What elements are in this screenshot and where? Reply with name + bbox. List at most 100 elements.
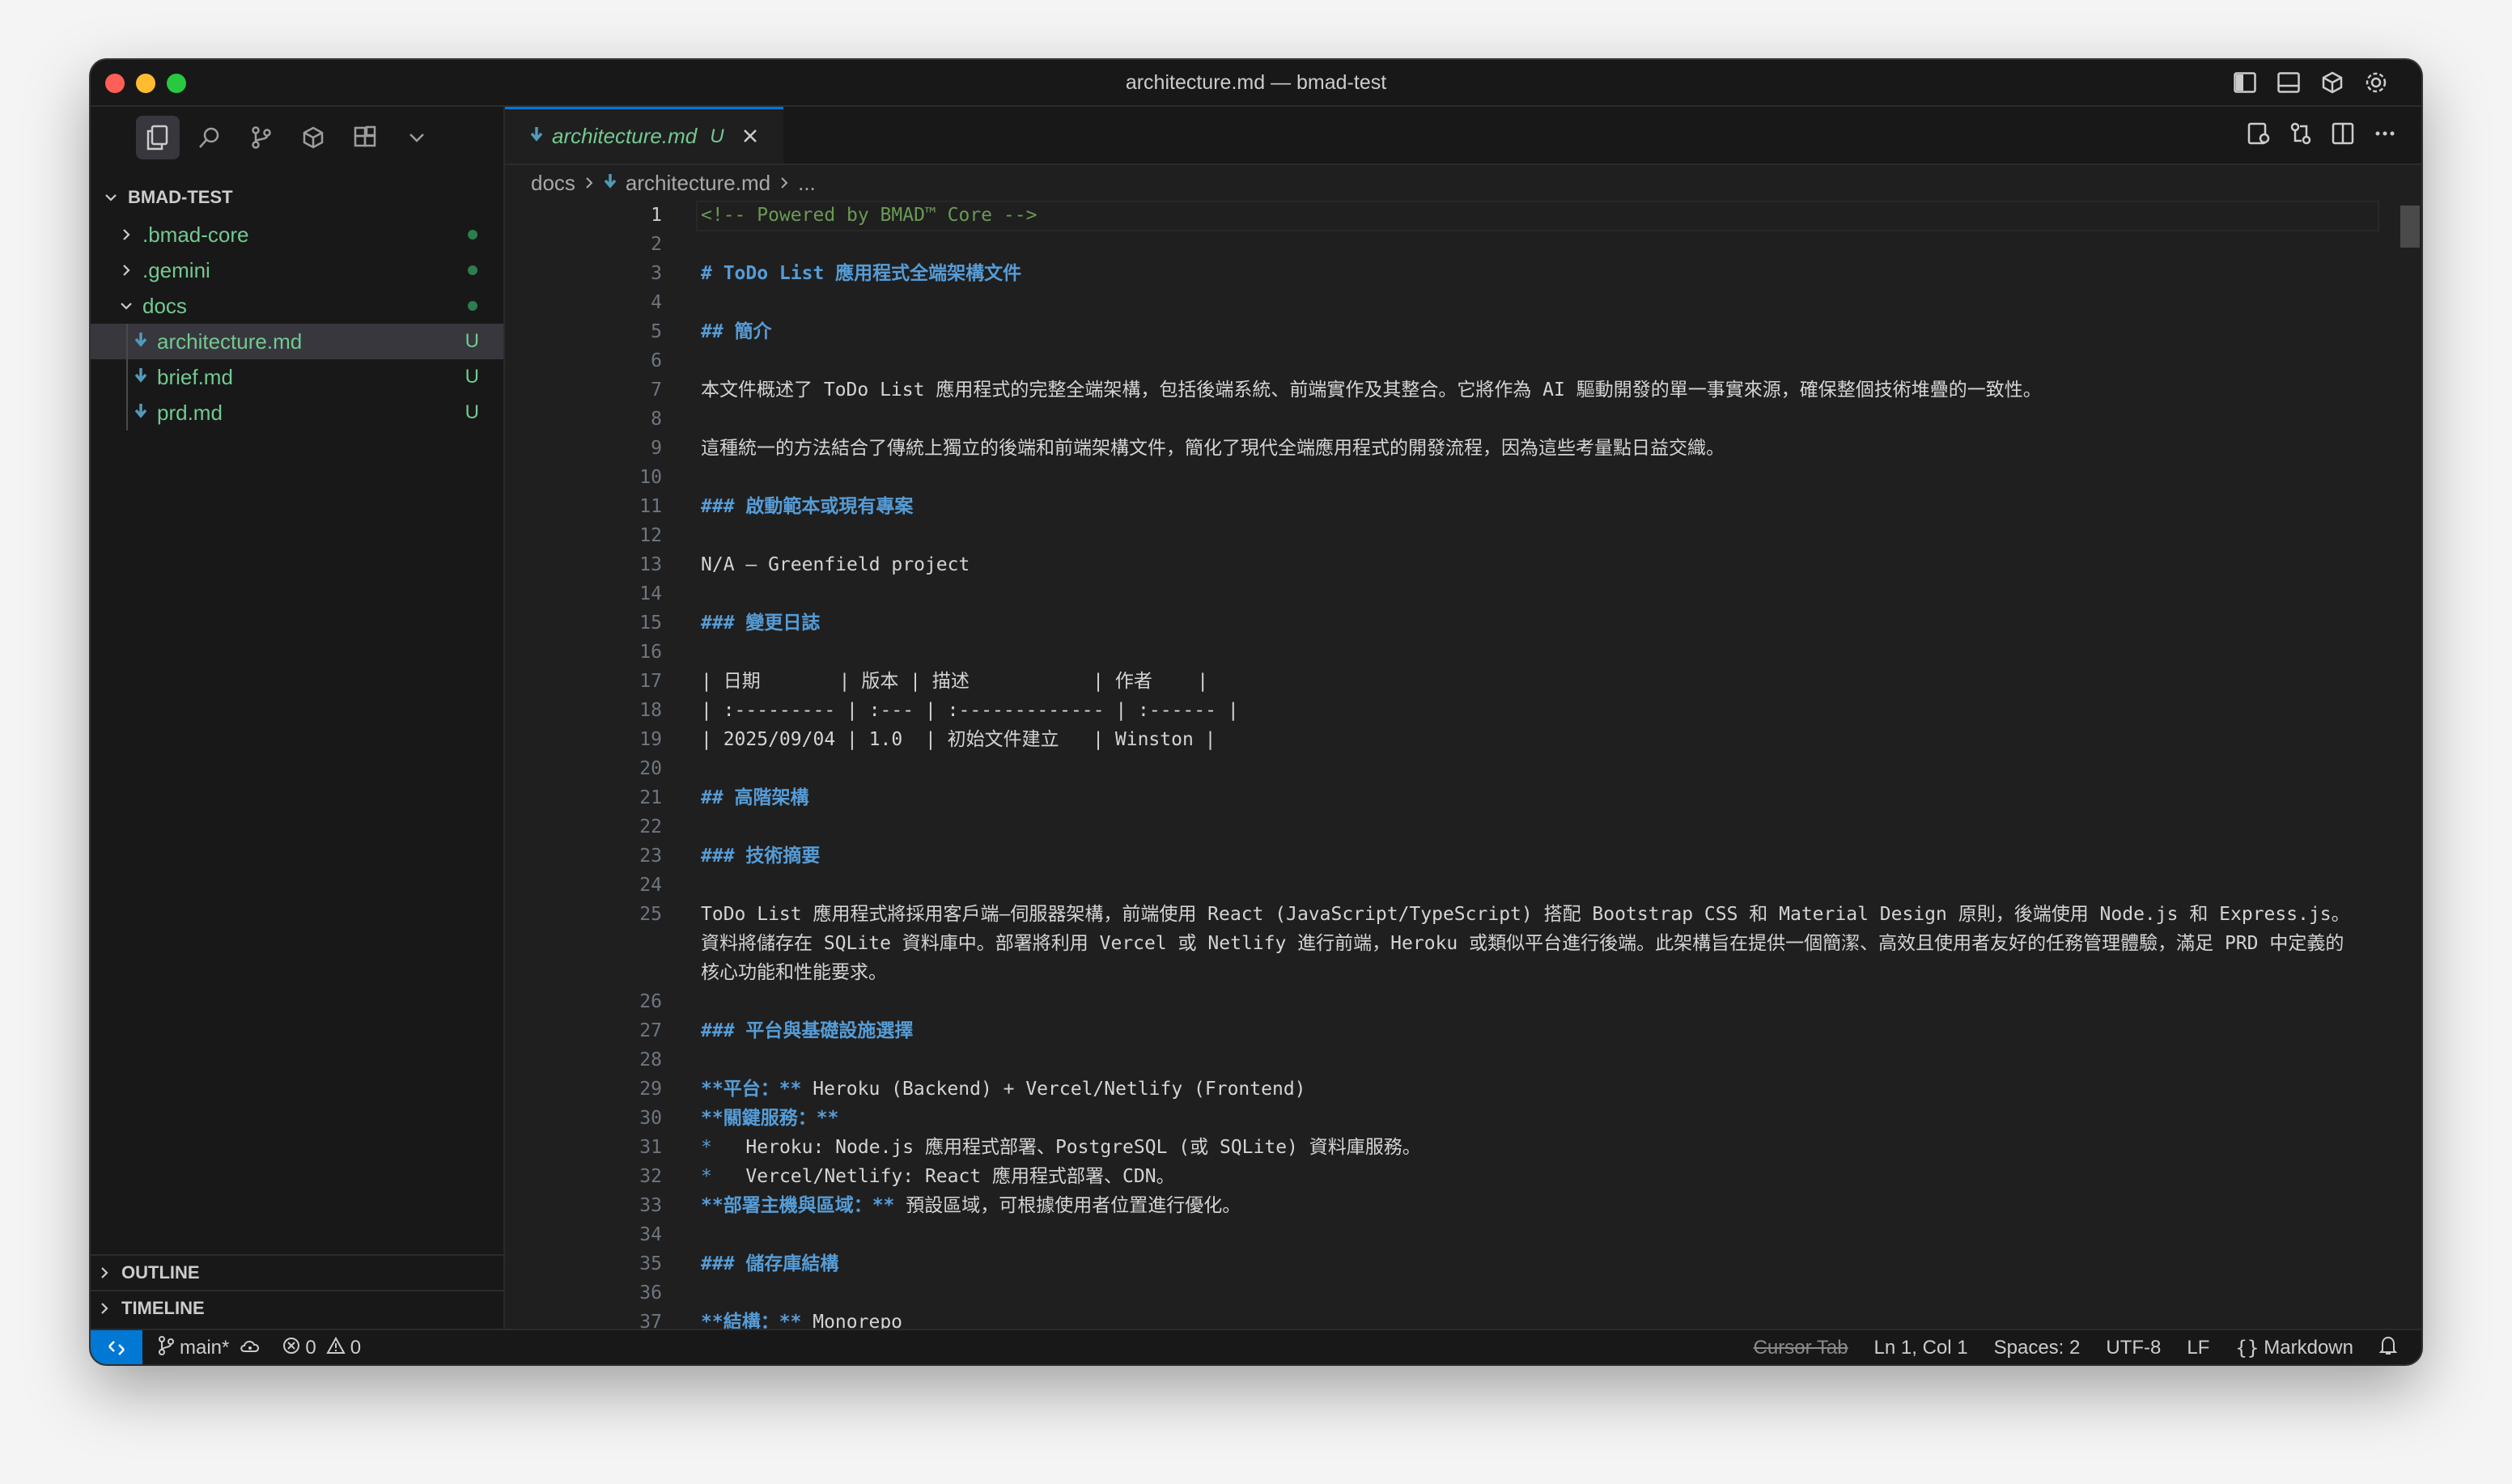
- code-line[interactable]: 3 # ToDo List 應用程式全端架構文件: [505, 259, 2404, 288]
- close-icon[interactable]: [742, 124, 758, 150]
- tree-folder-bmad-core[interactable]: .bmad-core: [91, 217, 503, 252]
- markdown-file-icon: [529, 125, 544, 147]
- cursor-position[interactable]: Ln 1, Col 1: [1874, 1337, 1968, 1359]
- code-line[interactable]: 36: [505, 1278, 2404, 1308]
- code-line[interactable]: 35 ### 儲存庫結構: [505, 1249, 2404, 1278]
- outline-label: OUTLINE: [121, 1262, 200, 1283]
- more-actions-icon[interactable]: [2373, 121, 2397, 150]
- chevron-down-icon[interactable]: [395, 116, 439, 159]
- code-line[interactable]: 13 N/A – Greenfield project: [505, 550, 2404, 579]
- code-line[interactable]: 28: [505, 1045, 2404, 1075]
- code-editor[interactable]: 1 <!-- Powered by BMAD™ Core --> 2 3 # ToD…: [505, 201, 2404, 1329]
- line-number: 16: [639, 642, 662, 663]
- code-line[interactable]: 11 ### 啟動範本或現有專案: [505, 492, 2404, 521]
- code-line[interactable]: 12: [505, 521, 2404, 550]
- line-number: 9: [651, 438, 662, 459]
- run-debug-icon[interactable]: [291, 116, 335, 159]
- bell-icon[interactable]: [2378, 1336, 2398, 1361]
- indentation-status[interactable]: Spaces: 2: [1994, 1337, 2081, 1359]
- code-line[interactable]: 1 <!-- Powered by BMAD™ Core -->: [505, 201, 2404, 231]
- code-line[interactable]: 31 * Heroku: Node.js 應用程式部署、PostgreSQL (或…: [505, 1133, 2404, 1162]
- open-preview-icon[interactable]: [2247, 121, 2271, 150]
- code-line[interactable]: 25 ToDo List 應用程式將採用客戶端–伺服器架構，前端使用 React …: [505, 900, 2404, 987]
- modified-dot-icon: [468, 301, 477, 311]
- line-text: # ToDo List 應用程式全端架構文件: [701, 263, 1022, 284]
- list-bullet: *: [701, 1166, 712, 1187]
- sync-status[interactable]: [239, 1337, 261, 1360]
- timeline-panel-header[interactable]: TIMELINE: [91, 1290, 503, 1325]
- split-editor-icon[interactable]: [2331, 121, 2355, 150]
- code-line[interactable]: 9 這種統一的方法結合了傳統上獨立的後端和前端架構文件，簡化了現代全端應用程式的開…: [505, 434, 2404, 463]
- code-line[interactable]: 15 ### 變更日誌: [505, 608, 2404, 638]
- compare-changes-icon[interactable]: [2289, 121, 2313, 150]
- chevron-down-icon: [99, 190, 123, 205]
- code-line[interactable]: 2: [505, 230, 2404, 259]
- problems-status[interactable]: 0 0: [282, 1336, 362, 1360]
- code-line[interactable]: 33 **部署主機與區域：** 預設區域，可根據使用者位置進行優化。: [505, 1191, 2404, 1220]
- tree-folder-docs[interactable]: docs: [91, 288, 503, 324]
- code-line[interactable]: 18 | :--------- | :--- | :------------- |…: [505, 696, 2404, 725]
- line-number: 19: [639, 729, 662, 750]
- code-line[interactable]: 7 本文件概述了 ToDo List 應用程式的完整全端架構，包括後端系統、前端實…: [505, 375, 2404, 405]
- cursor-tab-status[interactable]: Cursor Tab: [1754, 1337, 1848, 1359]
- timeline-label: TIMELINE: [121, 1298, 205, 1318]
- line-number: 7: [651, 379, 662, 401]
- toggle-panel-icon[interactable]: [2276, 70, 2302, 95]
- breadcrumb-folder[interactable]: docs: [531, 171, 575, 196]
- modified-dot-icon: [468, 265, 477, 275]
- line-number: 28: [639, 1049, 662, 1071]
- code-line[interactable]: 34: [505, 1220, 2404, 1249]
- code-line[interactable]: 4: [505, 288, 2404, 317]
- tree-file-architecture[interactable]: architecture.md U: [91, 324, 503, 359]
- explorer-icon[interactable]: [136, 116, 180, 159]
- line-rest: Monorepo: [801, 1312, 903, 1329]
- editor-scrollbar[interactable]: [2400, 199, 2420, 1329]
- cube-icon[interactable]: [2319, 70, 2345, 95]
- line-number: 24: [639, 875, 662, 896]
- breadcrumb-more[interactable]: ...: [798, 171, 816, 196]
- code-line[interactable]: 24: [505, 871, 2404, 900]
- code-line[interactable]: 21 ## 高階架構: [505, 783, 2404, 812]
- modified-dot-icon: [468, 230, 477, 240]
- search-icon[interactable]: [188, 116, 231, 159]
- tab-architecture-md[interactable]: architecture.md U: [505, 107, 783, 163]
- line-number: 14: [639, 583, 662, 604]
- code-line[interactable]: 37 **結構：** Monorepo: [505, 1308, 2404, 1329]
- code-line[interactable]: 19 | 2025/09/04 | 1.0 | 初始文件建立 | Winston …: [505, 725, 2404, 754]
- code-line[interactable]: 30 **關鍵服務：**: [505, 1104, 2404, 1133]
- gear-icon[interactable]: [2363, 70, 2389, 95]
- warning-count: 0: [350, 1337, 362, 1359]
- code-line[interactable]: 26: [505, 987, 2404, 1016]
- code-line[interactable]: 5 ## 簡介: [505, 317, 2404, 346]
- tree-item-label: brief.md: [157, 364, 233, 389]
- code-line[interactable]: 8: [505, 405, 2404, 434]
- breadcrumb-file[interactable]: architecture.md: [626, 171, 770, 196]
- extensions-icon[interactable]: [343, 116, 387, 159]
- code-line[interactable]: 16: [505, 638, 2404, 667]
- code-line[interactable]: 10: [505, 463, 2404, 492]
- code-line[interactable]: 14: [505, 579, 2404, 608]
- code-line[interactable]: 32 * Vercel/Netlify: React 應用程式部署、CDN。: [505, 1162, 2404, 1191]
- outline-panel-header[interactable]: OUTLINE: [91, 1254, 503, 1290]
- toggle-primary-sidebar-icon[interactable]: [2232, 70, 2258, 95]
- code-line[interactable]: 29 **平台：** Heroku (Backend) + Vercel/Netl…: [505, 1075, 2404, 1104]
- remote-indicator-icon[interactable]: [91, 1330, 142, 1364]
- code-line[interactable]: 22: [505, 812, 2404, 842]
- explorer-root-header[interactable]: BMAD-TEST: [99, 181, 495, 214]
- tree-folder-gemini[interactable]: .gemini: [91, 252, 503, 288]
- cloud-sync-icon: [239, 1337, 261, 1360]
- code-line[interactable]: 20: [505, 754, 2404, 783]
- tree-file-prd[interactable]: prd.md U: [91, 395, 503, 430]
- code-line[interactable]: 23 ### 技術摘要: [505, 842, 2404, 871]
- language-mode[interactable]: {} Markdown: [2235, 1337, 2353, 1359]
- encoding-status[interactable]: UTF-8: [2106, 1337, 2161, 1359]
- branch-status[interactable]: main*: [157, 1335, 229, 1362]
- bold-marker: **關鍵服務：**: [701, 1108, 839, 1129]
- eol-status[interactable]: LF: [2187, 1337, 2209, 1359]
- tree-file-brief[interactable]: brief.md U: [91, 359, 503, 395]
- code-line[interactable]: 17 | 日期 | 版本 | 描述 | 作者 |: [505, 667, 2404, 696]
- code-line[interactable]: 6: [505, 346, 2404, 375]
- code-line[interactable]: 27 ### 平台與基礎設施選擇: [505, 1016, 2404, 1045]
- source-control-icon[interactable]: [240, 116, 283, 159]
- scrollbar-thumb[interactable]: [2400, 206, 2420, 248]
